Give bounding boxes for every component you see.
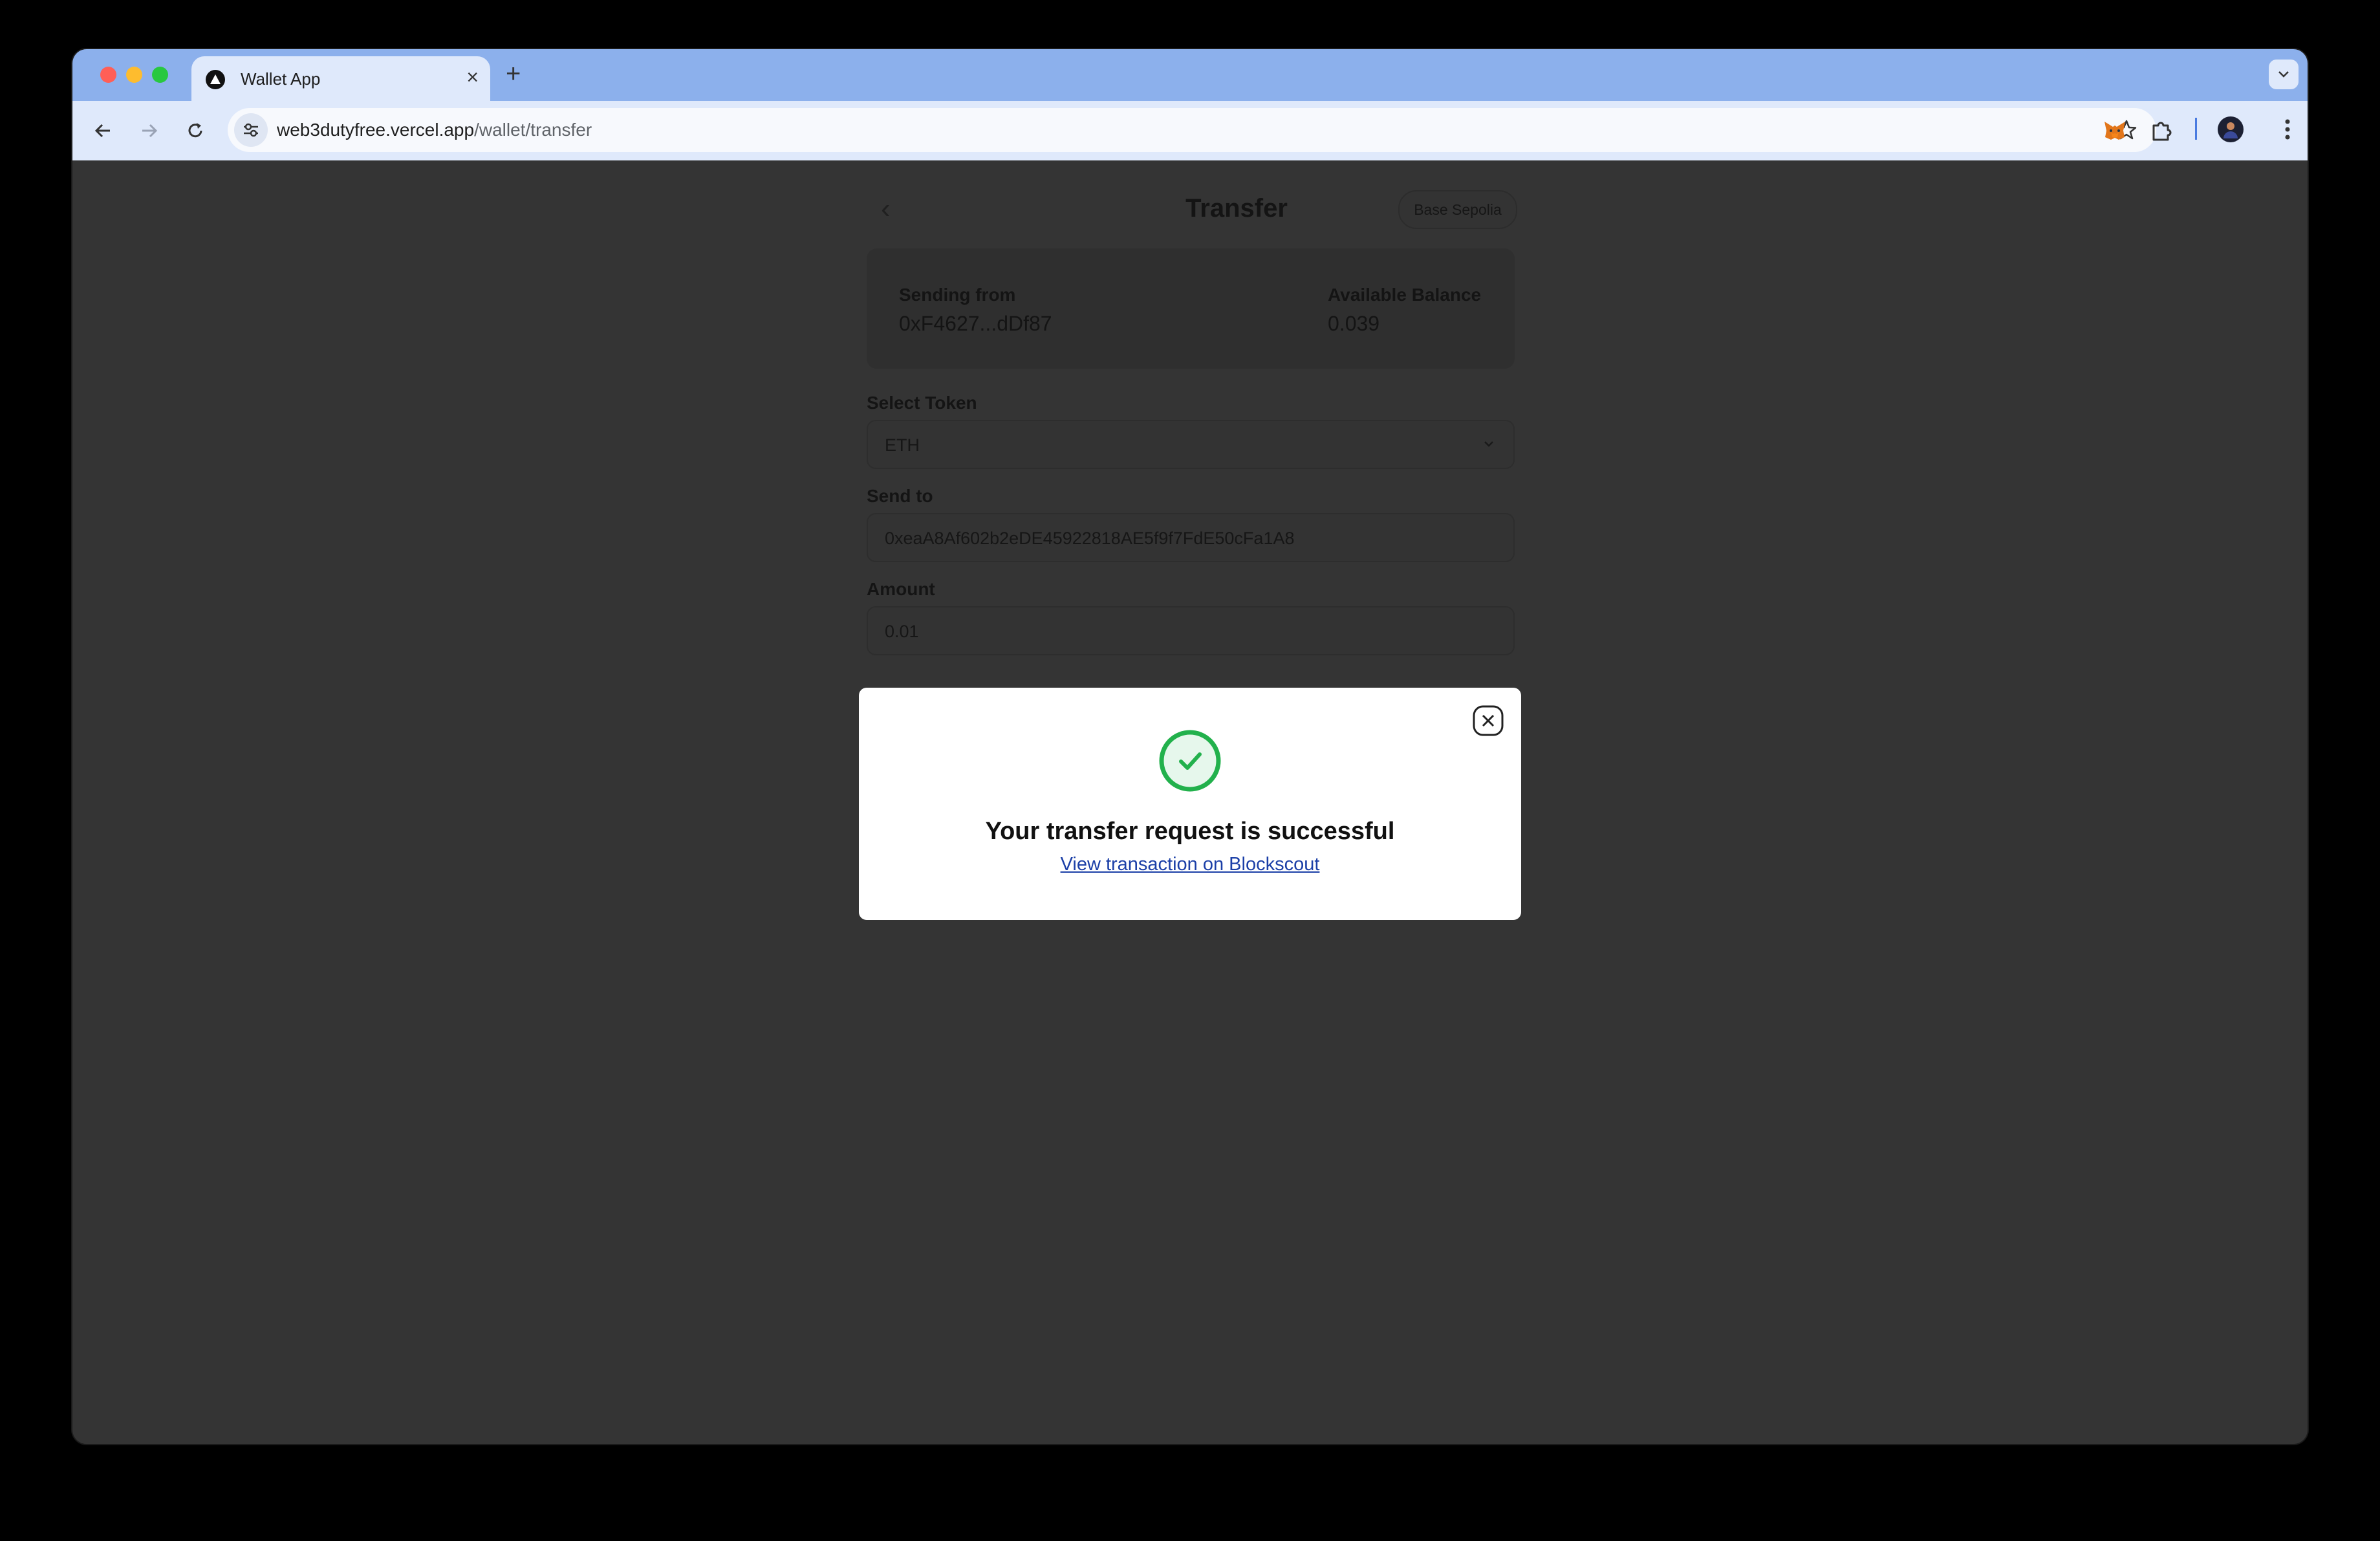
url-path: /wallet/transfer xyxy=(474,120,592,140)
site-favicon-icon xyxy=(206,70,225,89)
extensions-puzzle-icon[interactable] xyxy=(2148,118,2174,144)
url-host: web3dutyfree.vercel.app xyxy=(277,120,475,140)
send-to-label: Send to xyxy=(867,486,933,506)
page-title: Transfer xyxy=(1185,194,1288,223)
tab-search-chevron-icon[interactable] xyxy=(2269,60,2299,89)
tab-close-icon[interactable]: × xyxy=(466,65,479,89)
sending-from-label: Sending from xyxy=(899,285,1016,305)
browser-window: Wallet App × + web3dutyfree.vercel.app/w… xyxy=(72,49,2308,1444)
back-chevron-icon[interactable]: ‹ xyxy=(881,193,891,225)
tab-strip: Wallet App × + xyxy=(72,49,2308,101)
amount-label: Amount xyxy=(867,579,935,599)
amount-input[interactable]: 0.01 xyxy=(867,606,1515,655)
close-icon[interactable] xyxy=(1472,705,1504,737)
view-transaction-link[interactable]: View transaction on Blockscout xyxy=(859,854,1521,875)
browser-toolbar: web3dutyfree.vercel.app/wallet/transfer xyxy=(72,101,2308,160)
token-select-value: ETH xyxy=(885,435,920,455)
success-check-icon xyxy=(1159,730,1221,792)
balance-label: Available Balance xyxy=(1328,285,1482,305)
wallet-info-card: Sending from 0xF4627...dDf87 Available B… xyxy=(867,248,1515,369)
minimize-window-button[interactable] xyxy=(126,67,142,83)
recipient-address-value: 0xeaA8Af602b2eDE45922818AE5f9f7FdE50cFa1… xyxy=(885,529,1295,548)
zoom-window-button[interactable] xyxy=(152,67,168,83)
tab-title: Wallet App xyxy=(241,69,321,89)
site-info-icon[interactable] xyxy=(234,113,268,147)
chevron-down-icon xyxy=(1484,441,1493,447)
token-select[interactable]: ETH xyxy=(867,420,1515,469)
metamask-fox-icon[interactable] xyxy=(2102,118,2128,144)
sending-from-address: 0xF4627...dDf87 xyxy=(899,312,1052,335)
success-message: Your transfer request is successful xyxy=(985,818,1395,845)
address-bar[interactable]: web3dutyfree.vercel.app/wallet/transfer xyxy=(228,108,2156,152)
amount-value: 0.01 xyxy=(885,622,919,641)
reload-icon[interactable] xyxy=(184,119,207,142)
more-menu-icon[interactable] xyxy=(2278,116,2297,142)
url-text: web3dutyfree.vercel.app/wallet/transfer xyxy=(277,120,592,140)
forward-arrow-icon[interactable] xyxy=(137,119,160,142)
select-token-label: Select Token xyxy=(867,393,977,413)
success-modal: Your transfer request is successful View… xyxy=(859,688,1521,920)
profile-avatar-icon[interactable] xyxy=(2218,116,2244,142)
toolbar-divider xyxy=(2195,118,2197,140)
recipient-address-input[interactable]: 0xeaA8Af602b2eDE45922818AE5f9f7FdE50cFa1… xyxy=(867,513,1515,562)
browser-tab[interactable]: Wallet App × xyxy=(191,56,490,101)
back-arrow-icon[interactable] xyxy=(92,119,115,142)
close-window-button[interactable] xyxy=(100,67,116,83)
network-badge[interactable]: Base Sepolia xyxy=(1398,190,1517,229)
balance-value: 0.039 xyxy=(1328,312,1380,335)
new-tab-button[interactable]: + xyxy=(506,60,521,89)
